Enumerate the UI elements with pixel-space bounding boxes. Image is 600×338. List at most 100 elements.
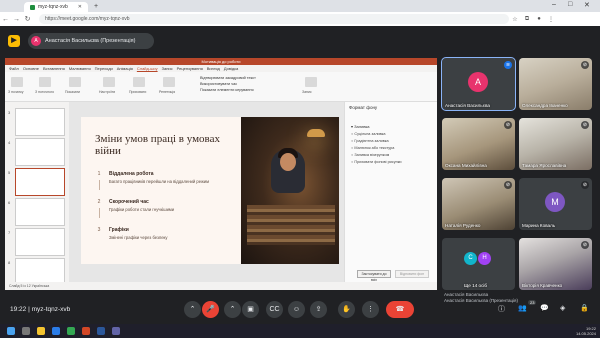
forward-icon[interactable]: → xyxy=(11,16,22,23)
speaking-icon: ≋ xyxy=(504,61,512,69)
slide-title: Зміни умов праці в умовах війни xyxy=(95,133,220,157)
participant-name: Оксана Михайлівна xyxy=(445,163,487,168)
new-tab-button[interactable]: + xyxy=(94,3,98,10)
ribbon-label: З поточного xyxy=(35,90,55,94)
participant-tile[interactable]: ⊘ Наталія Руденко xyxy=(442,178,515,230)
tab-title: myz-tqnz-xvb xyxy=(38,4,68,10)
participant-tile[interactable]: М ⊘ Марина Коваль xyxy=(519,178,592,230)
participant-tile[interactable]: ⊘ Оксана Михайлівна xyxy=(442,118,515,170)
more-options-button[interactable]: ⋮ xyxy=(362,301,379,318)
camera-button[interactable]: ▣ xyxy=(242,301,259,318)
from-start-icon xyxy=(11,77,23,87)
ribbon-label: Настроїти xyxy=(99,90,116,94)
presenter-pill[interactable]: А Анастасія Васильєва (Презентація) xyxy=(28,33,154,49)
info-icon[interactable]: ⓘ xyxy=(498,304,505,314)
participant-avatar: С xyxy=(464,252,477,265)
end-call-button[interactable]: ☎ xyxy=(386,301,414,318)
pres-note-line: Анастасія Васильєва (Презентація) xyxy=(444,298,518,303)
camera-options-icon[interactable]: ⌃ xyxy=(224,301,241,318)
participant-tile[interactable]: ⊘ Олександра Іваненко xyxy=(519,58,592,110)
item-heading: Віддалена робота xyxy=(109,171,154,177)
close-tab-icon[interactable]: ✕ xyxy=(78,4,82,10)
participant-name: Анастасія Васильєва xyxy=(445,103,490,108)
taskbar-date: 14.05.2024 xyxy=(575,330,596,336)
maximize-button[interactable]: □ xyxy=(568,1,572,8)
item-description: Графіки роботи стали гнучкішими xyxy=(109,207,175,212)
books-shape xyxy=(247,205,335,245)
menu-home: Основне xyxy=(22,66,39,71)
hide-slide-icon xyxy=(133,77,145,87)
slide-thumb: 4 xyxy=(8,138,65,166)
participant-name: Марина Коваль xyxy=(522,223,556,228)
edge-icon[interactable] xyxy=(52,327,60,335)
participant-count-badge: 23 xyxy=(528,300,537,305)
menu-transitions: Переходи xyxy=(94,66,113,71)
captions-button[interactable]: CC xyxy=(266,301,283,318)
item-description: Багато працівників перейшли на віддалени… xyxy=(109,179,210,184)
pane-section: ▾ Заливка xyxy=(351,124,370,129)
profile-icon[interactable]: ● xyxy=(533,16,545,22)
meeting-code: myz-tqnz-xvb xyxy=(31,306,71,313)
mic-options-icon[interactable]: ⌃ xyxy=(184,301,201,318)
fill-option: Заливка візерунком xyxy=(351,153,389,157)
mic-off-icon: ⊘ xyxy=(581,241,589,249)
mic-off-icon: ⊘ xyxy=(581,181,589,189)
presenter-label: Анастасія Васильєва (Презентація) xyxy=(45,38,136,44)
presentation-note: Анастасія Васильєва Анастасія Васильєва … xyxy=(444,292,518,304)
menu-review: Рецензування xyxy=(176,66,203,71)
participant-avatar: А xyxy=(468,72,488,92)
browser-chrome: myz-tqnz-xvb ✕ + – □ ✕ ← → ↻ https://mee… xyxy=(0,0,600,26)
back-icon[interactable]: ← xyxy=(0,16,11,23)
more-participants-tile[interactable]: С Н Ще 14 осіб xyxy=(442,238,515,290)
menu-icon[interactable]: ⋮ xyxy=(545,16,557,23)
slide-thumb: 3 xyxy=(8,108,65,136)
windows-taskbar xyxy=(0,324,600,338)
people-icon[interactable]: 👥 xyxy=(518,304,527,312)
start-icon[interactable] xyxy=(7,327,15,335)
item-number: 2 xyxy=(97,199,101,205)
url-field[interactable]: https://meet.google.com/myz-tqnz-xvb xyxy=(39,14,509,24)
word-icon[interactable] xyxy=(97,327,105,335)
ppt-status-bar: Слайд 5 із 12 Українська xyxy=(5,282,437,290)
mic-off-icon: ⊘ xyxy=(581,121,589,129)
address-bar-row: ← → ↻ https://meet.google.com/myz-tqnz-x… xyxy=(0,12,600,26)
menu-slideshow: Слайд-шоу xyxy=(136,66,158,71)
chrome-icon[interactable] xyxy=(67,327,75,335)
explorer-icon[interactable] xyxy=(37,327,45,335)
mic-off-icon: ⊘ xyxy=(581,61,589,69)
raise-hand-button[interactable]: ✋ xyxy=(338,301,355,318)
ribbon-check: Показати елементи керування xyxy=(200,88,254,92)
lamp-shape xyxy=(307,129,325,137)
browser-tab[interactable]: myz-tqnz-xvb ✕ xyxy=(24,2,88,12)
format-background-pane: Формат фону ▾ Заливка Суцільна заливка Г… xyxy=(344,102,437,282)
minimize-button[interactable]: – xyxy=(552,1,556,8)
present-button[interactable]: ⇪ xyxy=(310,301,327,318)
star-icon[interactable]: ☆ xyxy=(509,16,521,23)
search-icon[interactable] xyxy=(22,327,30,335)
participant-tile[interactable]: ⊘ Тамара Ярославівна xyxy=(519,118,592,170)
powerpoint-icon[interactable] xyxy=(82,327,90,335)
close-window-button[interactable]: ✕ xyxy=(584,1,590,9)
slide-thumbnails: 3 4 5 6 7 8 xyxy=(5,102,69,286)
mic-button[interactable]: 🎤 xyxy=(202,301,219,318)
item-number: 1 xyxy=(97,171,101,177)
mic-off-icon: ⊘ xyxy=(504,121,512,129)
participant-avatar: Н xyxy=(478,252,491,265)
participant-tile[interactable]: А ≋ Анастасія Васильєва xyxy=(441,57,516,111)
teams-icon[interactable] xyxy=(112,327,120,335)
item-number: 3 xyxy=(97,227,101,233)
activities-icon[interactable]: ◈ xyxy=(560,304,565,312)
emoji-button[interactable]: ☺ xyxy=(288,301,305,318)
ppt-menu: Файл Основне Вставлення Малювання Перехо… xyxy=(5,65,437,72)
participant-tile[interactable]: ⊘ Вікторія Кравченко xyxy=(519,238,592,290)
slide-thumb: 6 xyxy=(8,198,65,226)
chat-icon[interactable]: 💬 xyxy=(540,304,549,312)
presenter-avatar: А xyxy=(31,36,41,46)
lock-icon[interactable]: 🔒 xyxy=(580,304,589,312)
meeting-time: 19:22 xyxy=(10,306,27,313)
reload-icon[interactable]: ↻ xyxy=(22,15,33,23)
fill-option: Приховати фонові рисунки xyxy=(351,160,401,164)
extensions-icon[interactable]: ⧉ xyxy=(521,16,533,23)
ppt-window-title: Мотивація до роботи xyxy=(5,58,437,65)
item-description: Змінені графіки через безпеку xyxy=(109,235,168,240)
